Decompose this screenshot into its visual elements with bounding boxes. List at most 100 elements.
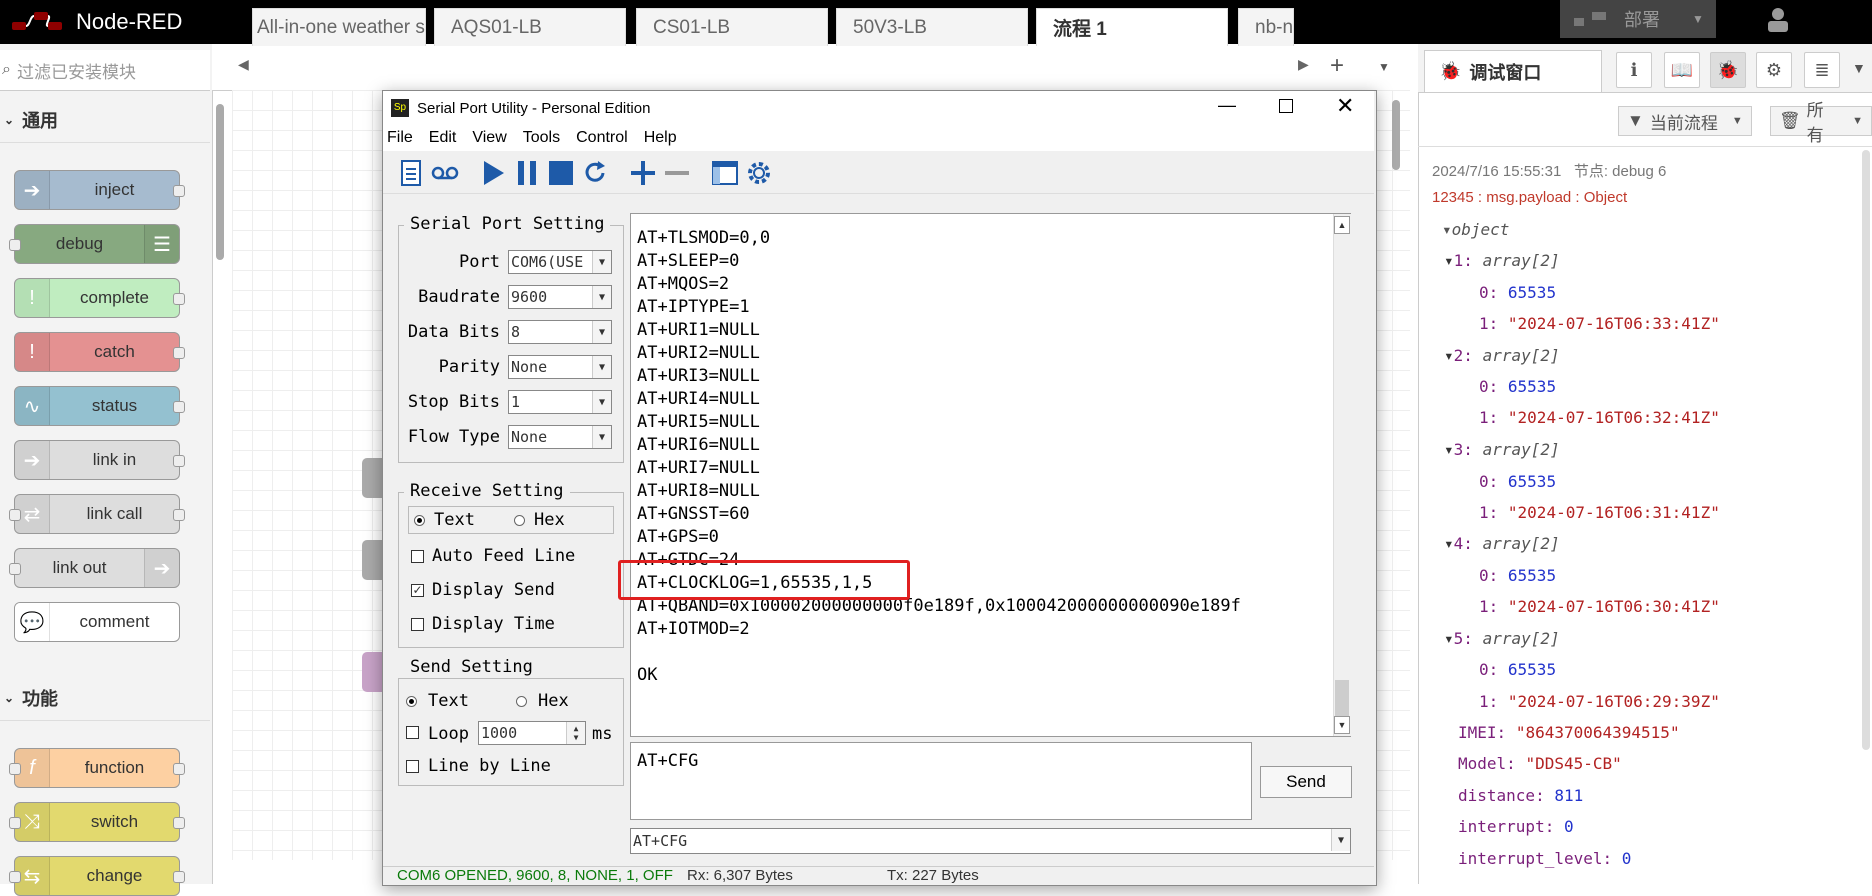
flow-node-stub[interactable] xyxy=(362,652,382,692)
start-button[interactable] xyxy=(477,157,509,189)
palette-node-complete[interactable]: ! complete xyxy=(14,278,185,318)
send-history-select[interactable]: AT+CFG ▼ xyxy=(630,828,1351,854)
stopbits-select[interactable]: 1 ▼ xyxy=(508,390,612,414)
line-by-line-checkbox[interactable] xyxy=(406,760,419,773)
chevron-down-icon[interactable]: ▼ xyxy=(1692,12,1704,26)
scroll-right-icon[interactable]: ▶ xyxy=(1298,56,1309,73)
menu-help[interactable]: Help xyxy=(644,129,677,147)
palette-node-catch[interactable]: ! catch xyxy=(14,332,185,372)
menu-view[interactable]: View xyxy=(472,129,506,147)
close-icon[interactable]: ✕ xyxy=(1336,93,1354,119)
loop-interval-input[interactable]: 1000 ▲ ▼ xyxy=(478,721,586,745)
settings-button[interactable] xyxy=(743,157,775,189)
tab-menu-chevron-icon[interactable]: ▼ xyxy=(1378,60,1390,74)
scroll-left-icon[interactable]: ◀ xyxy=(238,56,249,73)
debug-topic[interactable]: 12345 : msg.payload : Object xyxy=(1432,189,1627,206)
minimize-icon[interactable]: — xyxy=(1218,95,1236,116)
remove-button[interactable] xyxy=(661,157,693,189)
sidebar-scrollbar[interactable] xyxy=(1862,150,1870,750)
deploy-button[interactable]: 部署 ▼ xyxy=(1560,0,1716,38)
palette-node-status[interactable]: ∿ status xyxy=(14,386,185,426)
palette-node-change[interactable]: ⇆ change xyxy=(9,856,185,896)
display-time-checkbox[interactable] xyxy=(411,618,424,631)
tab-50v3-lb[interactable]: 50V3-LB xyxy=(836,8,1028,46)
palette-scrollbar[interactable] xyxy=(216,104,224,260)
send-input[interactable]: AT+CFG xyxy=(630,742,1252,820)
receive-hex-radio[interactable] xyxy=(514,515,525,526)
auto-feed-checkbox[interactable] xyxy=(411,550,424,563)
scroll-up-icon[interactable]: ▲ xyxy=(1334,216,1350,234)
menu-control[interactable]: Control xyxy=(576,129,628,147)
tab-cs01-lb[interactable]: CS01-LB xyxy=(636,8,828,46)
debug-entry-1[interactable]: ▾1: array[2] xyxy=(1444,251,1560,270)
record-button[interactable] xyxy=(429,157,461,189)
scroll-down-icon[interactable]: ▼ xyxy=(1334,716,1350,734)
tab-flow-1[interactable]: 流程 1 xyxy=(1036,8,1228,46)
loop-checkbox[interactable] xyxy=(406,726,419,739)
config-button[interactable]: ⚙ xyxy=(1756,52,1792,88)
palette-node-switch[interactable]: ⤨ switch xyxy=(9,802,185,842)
send-button[interactable]: Send xyxy=(1260,766,1352,798)
sidebar-menu-chevron-icon[interactable]: ▼ xyxy=(1852,60,1866,76)
maximize-icon[interactable] xyxy=(1279,99,1293,113)
menu-tools[interactable]: Tools xyxy=(523,129,560,147)
baudrate-select[interactable]: 9600 ▼ xyxy=(508,285,612,309)
palette-node-inject[interactable]: ➔ inject xyxy=(14,170,185,210)
menu-edit[interactable]: Edit xyxy=(429,129,457,147)
send-hex-radio[interactable] xyxy=(516,696,527,707)
display-send-checkbox[interactable]: ✓ xyxy=(411,584,424,597)
debug-entry-5[interactable]: ▾5: array[2] xyxy=(1444,629,1560,648)
debug-entry-4[interactable]: ▾4: array[2] xyxy=(1444,534,1560,553)
terminal-scroll-thumb[interactable] xyxy=(1335,680,1349,716)
pause-button[interactable] xyxy=(511,157,543,189)
user-menu-button[interactable] xyxy=(1750,0,1806,38)
add-button[interactable] xyxy=(627,157,659,189)
stopbits-label: Stop Bits xyxy=(407,392,500,412)
debug-entry-3[interactable]: ▾3: array[2] xyxy=(1444,440,1560,459)
debug-root-toggle[interactable]: ▾object xyxy=(1442,220,1509,239)
help-button[interactable]: 📖 xyxy=(1664,52,1700,88)
palette-node-link-in[interactable]: ➔ link in xyxy=(14,440,185,480)
terminal-scrollbar[interactable]: ▲ ▼ xyxy=(1333,214,1351,736)
workspace-scrollbar[interactable] xyxy=(1392,100,1400,170)
palette-node-link-out[interactable]: link out ➔ xyxy=(9,548,180,588)
refresh-button[interactable] xyxy=(579,157,611,189)
flow-node-stub[interactable] xyxy=(362,458,382,498)
palette-category-function[interactable]: ⌄ 功能 xyxy=(0,676,210,721)
menu-file[interactable]: File xyxy=(387,129,413,147)
palette-node-link-call[interactable]: ⇄ link call xyxy=(9,494,185,534)
palette-node-function[interactable]: f function xyxy=(9,748,185,788)
palette-search[interactable]: ⌕ 过滤已安装模块 xyxy=(0,50,210,91)
info-button[interactable]: ℹ xyxy=(1616,52,1652,88)
send-text-radio[interactable] xyxy=(406,696,417,707)
databits-select[interactable]: 8 ▼ xyxy=(508,320,612,344)
tab-all-in-one-weather[interactable]: All-in-one weather s xyxy=(252,8,426,46)
comment-icon: 💬 xyxy=(15,603,50,641)
debug-value: 0: 65535 xyxy=(1479,660,1557,679)
tab-debug-window[interactable]: 🐞 调试窗口 xyxy=(1424,50,1602,92)
palette-node-comment[interactable]: 💬 comment xyxy=(14,602,180,642)
debug-entry-2[interactable]: ▾2: array[2] xyxy=(1444,346,1560,365)
debug-button[interactable]: 🐞 xyxy=(1710,52,1746,88)
palette-node-debug[interactable]: debug ☰ xyxy=(9,224,180,264)
context-button[interactable]: ≣ xyxy=(1804,52,1840,88)
status-port: COM6 OPENED, 9600, 8, NONE, 1, OFF xyxy=(397,867,673,884)
receive-text-radio[interactable] xyxy=(414,515,425,526)
port-select[interactable]: COM6(USE ▼ xyxy=(508,250,612,274)
parity-select[interactable]: None ▼ xyxy=(508,355,612,379)
spinner-icon[interactable]: ▲ ▼ xyxy=(566,722,585,744)
debug-clear-dropdown[interactable]: 🗑 所有 ▼ xyxy=(1770,101,1872,145)
flowtype-select[interactable]: None ▼ xyxy=(508,425,612,449)
palette-search-input[interactable]: 过滤已安装模块 xyxy=(17,58,136,83)
stop-button[interactable] xyxy=(545,157,577,189)
window-button[interactable] xyxy=(709,157,741,189)
tab-aqs01-lb[interactable]: AQS01-LB xyxy=(434,8,626,46)
database-icon: ≣ xyxy=(1814,59,1830,80)
serial-title-bar[interactable]: Sp Serial Port Utility - Personal Editio… xyxy=(383,91,1374,125)
palette-category-common[interactable]: ⌄ 通用 xyxy=(0,98,210,143)
flow-node-stub[interactable] xyxy=(362,540,382,580)
debug-filter-dropdown[interactable]: ▼ 当前流程 ▼ xyxy=(1618,106,1752,136)
tab-nb-n[interactable]: nb-n xyxy=(1238,8,1294,46)
add-flow-icon[interactable]: + xyxy=(1330,52,1344,80)
new-document-button[interactable] xyxy=(395,157,427,189)
